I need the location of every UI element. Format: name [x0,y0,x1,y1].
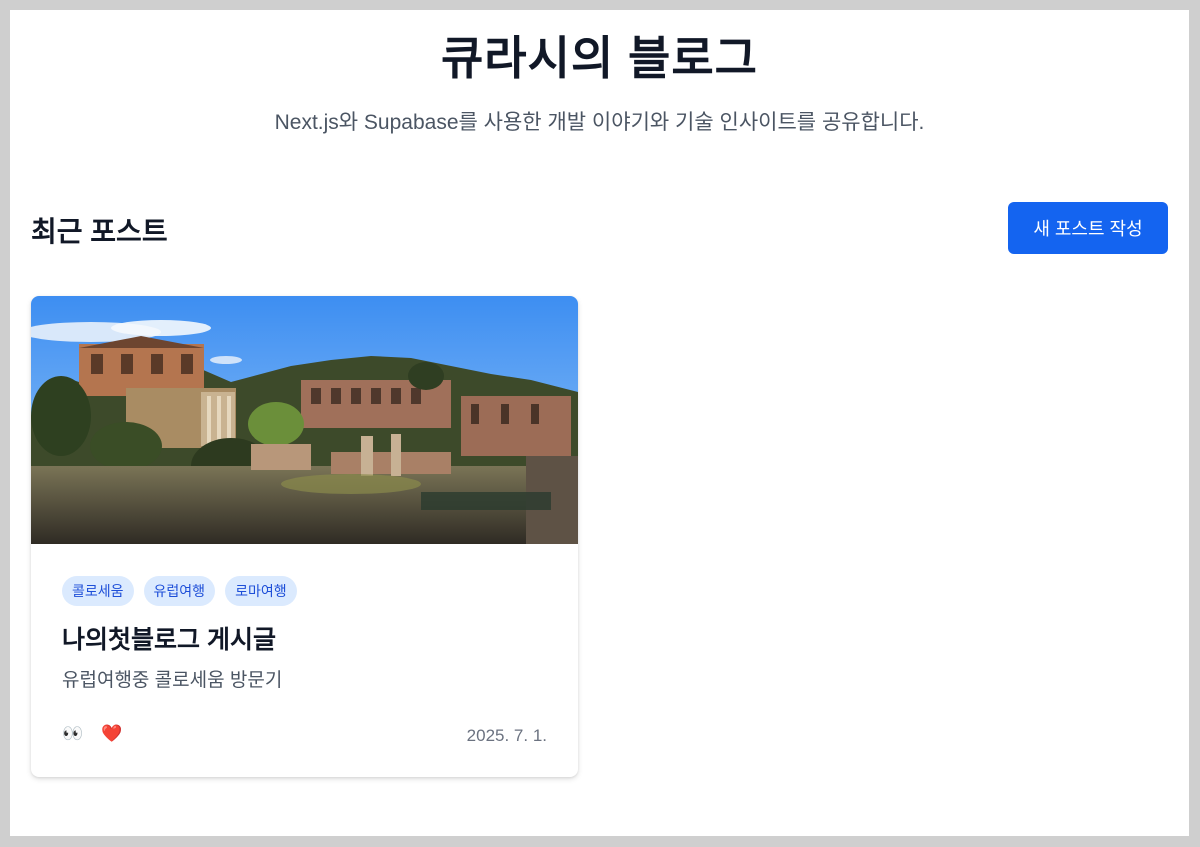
section-title: 최근 포스트 [31,216,168,247]
post-thumbnail[interactable] [31,296,578,544]
post-card[interactable]: 콜로세움 유럽여행 로마여행 나의첫블로그 게시글 유럽여행중 콜로세움 방문기… [31,296,578,777]
post-title[interactable]: 나의첫블로그 게시글 [62,624,547,656]
tag-chip[interactable]: 유럽여행 [143,576,216,606]
post-card-body: 콜로세움 유럽여행 로마여행 나의첫블로그 게시글 유럽여행중 콜로세움 방문기 [62,576,547,694]
blog-subtitle: Next.js와 Supabase를 사용한 개발 이야기와 기술 인사이트를 … [274,111,925,134]
blog-title: 큐라시의 블로그 [440,32,759,84]
post-card-footer: 👀 ❤️ 2025. 7. 1. [62,724,547,748]
post-excerpt: 유럽여행중 콜로세움 방문기 [62,670,283,691]
posts-section-header: 최근 포스트 새 포스트 작성 [31,202,1168,254]
tag-chip[interactable]: 로마여행 [225,576,297,606]
heart-icon: ❤️ [101,724,123,743]
post-date: 2025. 7. 1. [466,726,547,745]
tag-chip[interactable]: 콜로세움 [62,576,134,606]
blog-header: 큐라시의 블로그 Next.js와 Supabase를 사용한 개발 이야기와 … [10,10,1189,136]
new-post-button[interactable]: 새 포스트 작성 [1008,202,1168,254]
eyes-icon: 👀 [62,724,84,743]
page: 큐라시의 블로그 Next.js와 Supabase를 사용한 개발 이야기와 … [10,10,1189,836]
tag-list: 콜로세움 유럽여행 로마여행 [62,576,547,606]
reaction-list: 👀 ❤️ [62,724,122,744]
